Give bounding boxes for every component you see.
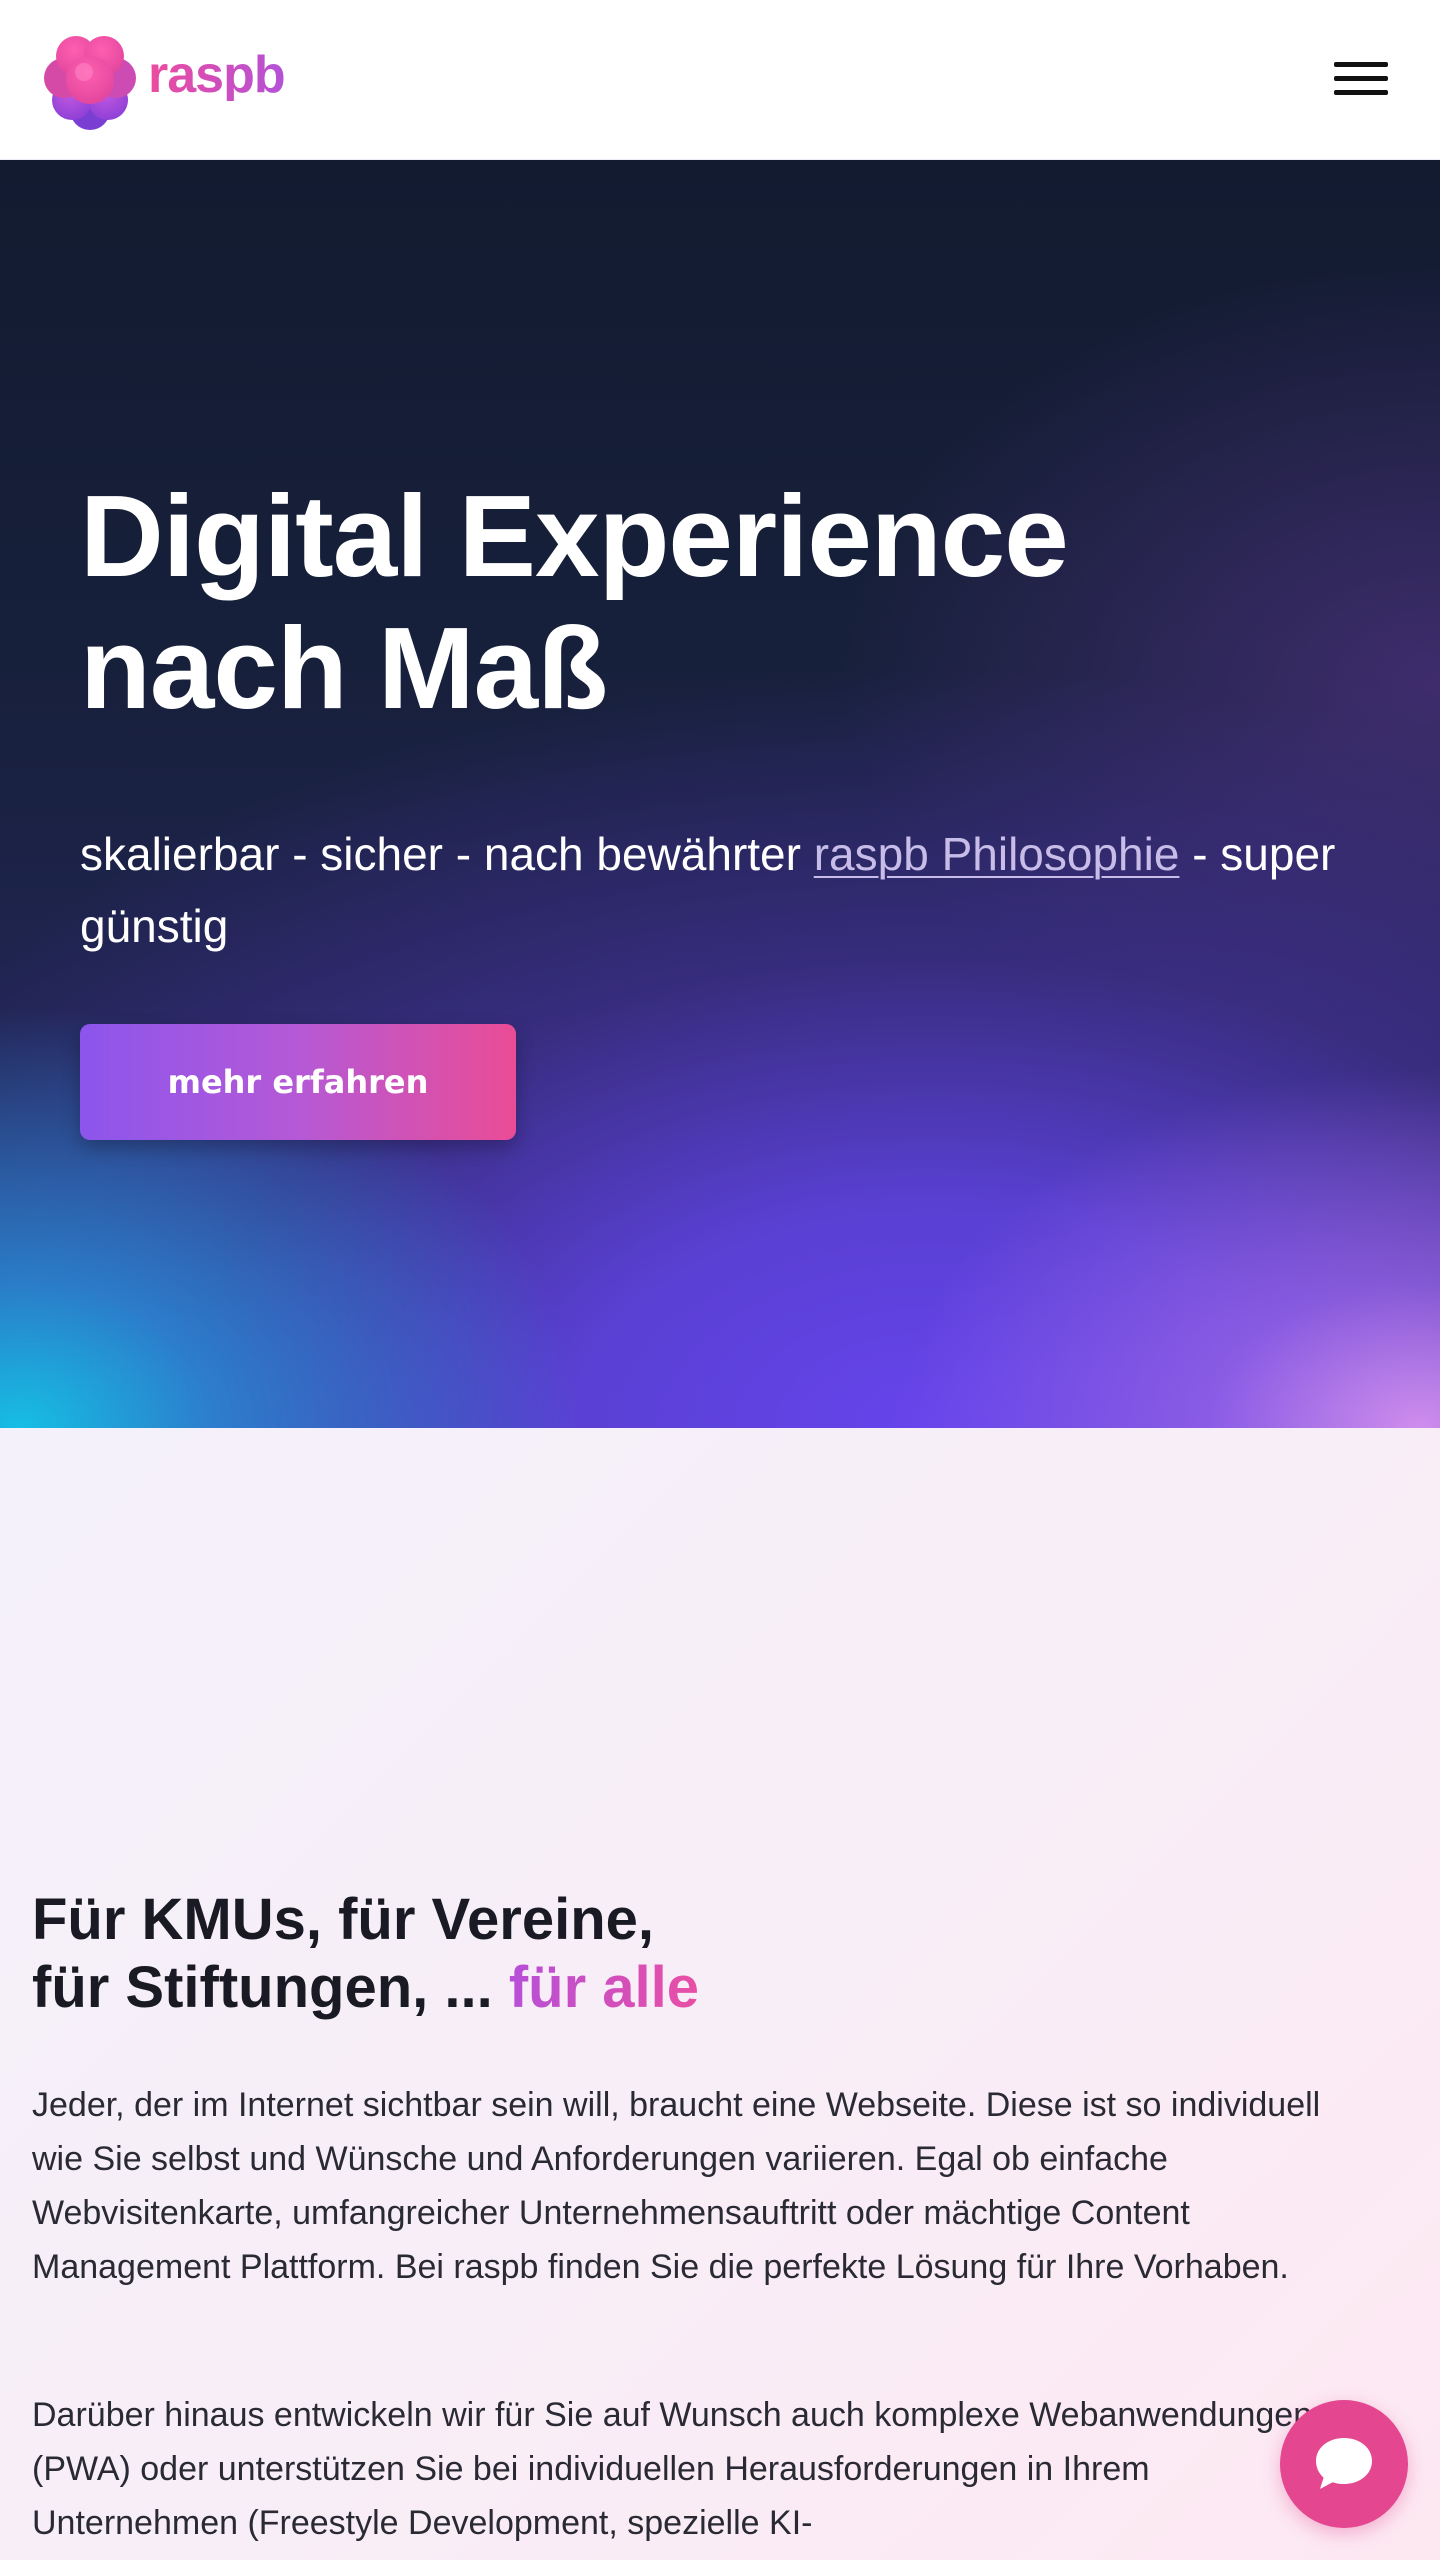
chat-button[interactable] (1280, 2400, 1408, 2528)
intro-title-line-2: für Stiftungen, ... (32, 1955, 509, 2020)
hero-subtitle: skalierbar - sicher - nach bewährter ras… (80, 818, 1380, 962)
hero-title-line-2: nach Maß (80, 603, 608, 733)
hero-title-line-1: Digital Experience (80, 471, 1069, 601)
hamburger-menu-icon[interactable] (1332, 56, 1392, 102)
intro-title: Für KMUs, für Vereine, für Stiftungen, .… (32, 1886, 1332, 2022)
intro-title-highlight: für alle (508, 1955, 700, 2020)
hero-title: Digital Experience nach Maß (80, 470, 1280, 734)
mehr-erfahren-button[interactable]: mehr erfahren (80, 1024, 516, 1140)
raspberry-logo-icon (44, 36, 136, 130)
intro-paragraph-1: Jeder, der im Internet sichtbar sein wil… (32, 2086, 1321, 2286)
intro-section: Für KMUs, für Vereine, für Stiftungen, .… (0, 1428, 1440, 2560)
site-header: raspb (0, 0, 1440, 160)
intro-title-line-1: Für KMUs, für Vereine, (32, 1887, 655, 1952)
chat-bubble-icon (1316, 2438, 1372, 2489)
hero-subtitle-text-start: skalierbar - sicher - nach bewährter (80, 828, 814, 880)
logo-link[interactable]: raspb (38, 24, 286, 134)
logo-text: raspb (148, 46, 286, 104)
intro-paragraph-2: Darüber hinaus entwickeln wir für Sie au… (32, 2396, 1313, 2542)
hero-section: Digital Experience nach Maß skalierbar -… (0, 160, 1440, 1428)
philosophy-link[interactable]: raspb Philosophie (814, 828, 1180, 880)
